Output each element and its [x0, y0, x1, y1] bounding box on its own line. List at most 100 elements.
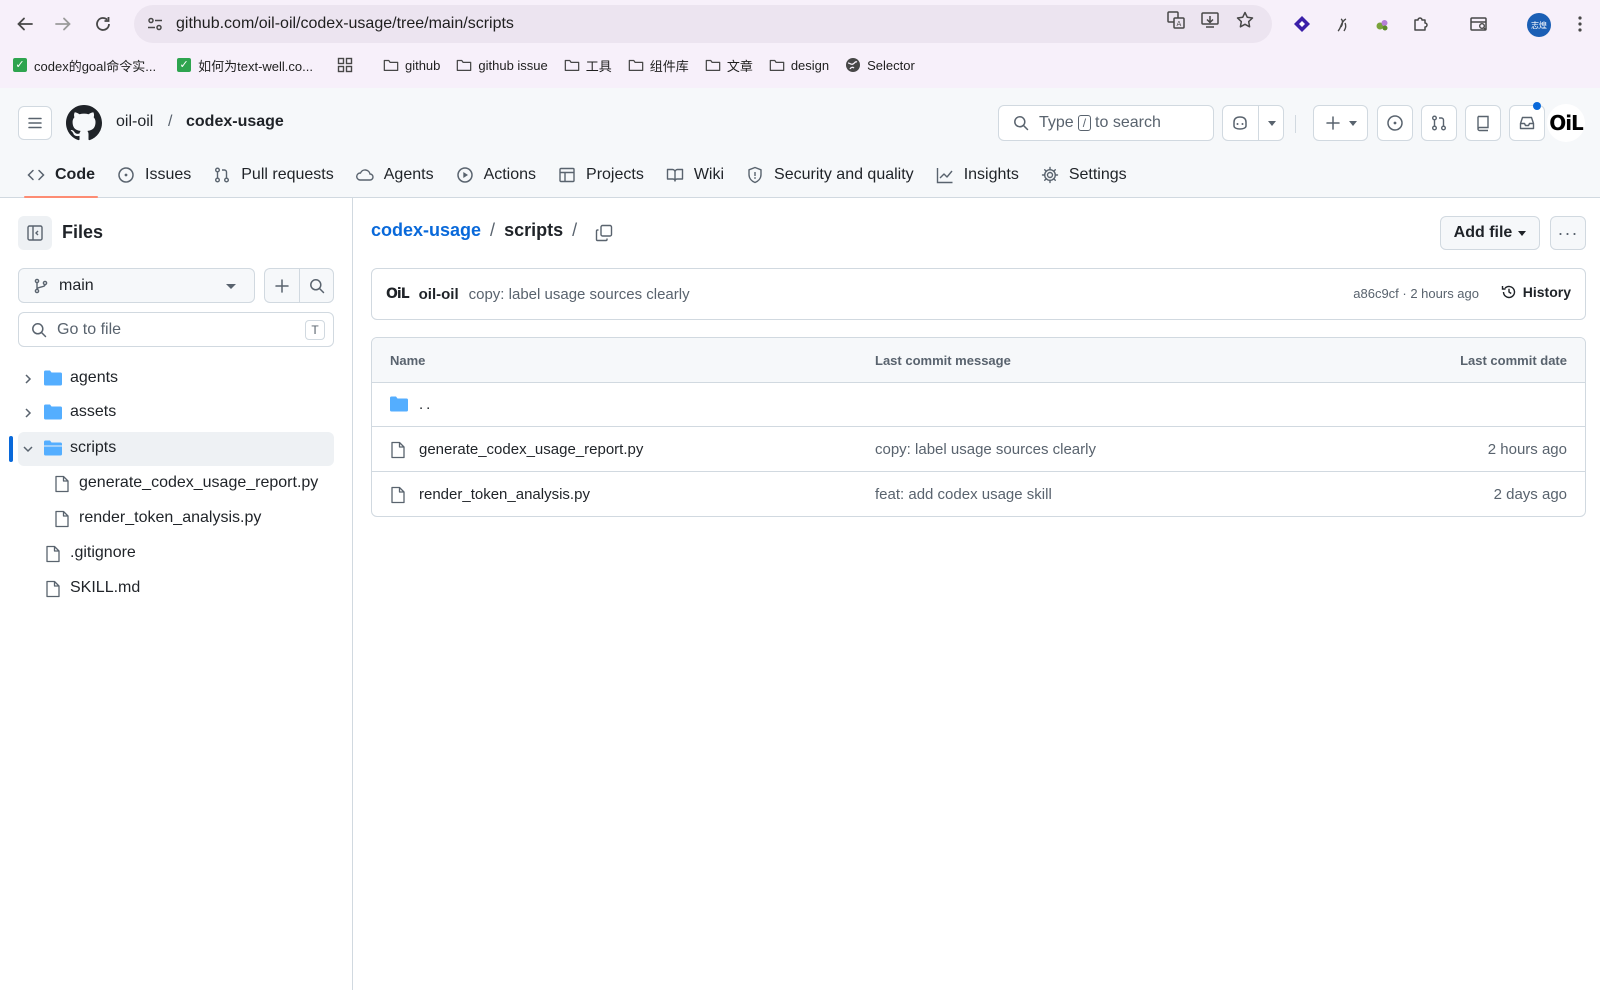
commit-author-avatar[interactable]: OiL — [386, 286, 410, 302]
extensions-puzzle-icon[interactable] — [1409, 12, 1433, 36]
tab-wiki[interactable]: Wiki — [655, 152, 735, 198]
folder-icon — [769, 57, 785, 73]
breadcrumb-repo-link[interactable]: codex-usage — [371, 220, 481, 241]
history-icon — [1501, 285, 1515, 299]
breadcrumb-separator: / — [168, 113, 173, 130]
global-search-input[interactable]: Type / to search — [998, 105, 1214, 141]
go-to-file-input[interactable]: Go to file T — [18, 312, 334, 347]
bookmark-item[interactable]: ✓ 如何为text-well.co... — [168, 51, 321, 79]
tab-issues[interactable]: Issues — [106, 152, 202, 198]
history-button[interactable]: History — [1501, 284, 1571, 300]
apps-button[interactable] — [329, 51, 367, 79]
owner-link[interactable]: oil-oil — [116, 113, 153, 131]
search-files-button[interactable] — [299, 268, 334, 303]
extension-diamond-icon[interactable] — [1290, 12, 1314, 36]
history-label: History — [1522, 284, 1571, 300]
site-settings-icon[interactable] — [144, 13, 166, 35]
extension-grape-icon[interactable] — [1370, 12, 1394, 36]
repo-link[interactable]: codex-usage — [186, 113, 284, 131]
pull-request-icon — [1432, 115, 1446, 131]
column-header-message: Last commit message — [875, 353, 1011, 368]
commit-author[interactable]: oil-oil — [419, 286, 459, 303]
pull-requests-button[interactable] — [1421, 105, 1457, 141]
chevron-right-icon — [20, 405, 36, 421]
tree-file[interactable]: generate_codex_usage_report.py — [18, 467, 334, 501]
copy-path-button[interactable] — [594, 223, 616, 245]
search-prefix: Type — [1039, 114, 1074, 131]
file-icon — [54, 510, 70, 528]
commit-message[interactable]: copy: label usage sources clearly — [469, 286, 690, 303]
github-logo-icon[interactable] — [66, 105, 102, 141]
copilot-button[interactable] — [1222, 105, 1284, 141]
branch-selector[interactable]: main — [18, 268, 255, 303]
tab-label: Actions — [483, 166, 537, 183]
repositories-button[interactable] — [1465, 105, 1501, 141]
star-icon[interactable] — [1234, 9, 1256, 31]
table-row-parent-dir[interactable]: .. — [372, 383, 1585, 427]
global-menu-button[interactable] — [18, 106, 52, 140]
user-avatar[interactable]: OiL — [1547, 104, 1585, 142]
tab-actions[interactable]: Actions — [445, 152, 547, 198]
address-bar[interactable]: github.com/oil-oil/codex-usage/tree/main… — [134, 5, 1272, 43]
back-button[interactable] — [11, 10, 39, 38]
tab-label: Security and quality — [774, 166, 914, 183]
file-commit-message[interactable]: copy: label usage sources clearly — [875, 441, 1096, 458]
tree-file[interactable]: SKILL.md — [18, 572, 334, 606]
collapse-sidebar-button[interactable] — [18, 216, 52, 250]
tree-folder-assets[interactable]: assets — [18, 396, 334, 430]
graph-icon — [936, 166, 954, 184]
commit-meta[interactable]: a86c9cf · 2 hours ago — [1353, 286, 1479, 301]
url-text[interactable]: github.com/oil-oil/codex-usage/tree/main… — [176, 15, 514, 33]
bookmark-folder[interactable]: 工具 — [556, 51, 620, 79]
bookmark-item[interactable]: ✓ codex的goal命令实... — [4, 51, 164, 79]
install-app-icon[interactable] — [1199, 9, 1221, 31]
tab-settings[interactable]: Settings — [1030, 152, 1138, 198]
extension-script-icon[interactable] — [1330, 12, 1354, 36]
tab-code[interactable]: Code — [16, 152, 106, 198]
reload-button[interactable] — [89, 10, 117, 38]
file-commit-date: 2 days ago — [1493, 486, 1567, 503]
file-commit-message[interactable]: feat: add codex usage skill — [875, 486, 1052, 503]
table-row[interactable]: generate_codex_usage_report.py copy: lab… — [372, 428, 1585, 472]
add-file-button[interactable] — [264, 268, 299, 303]
file-icon — [45, 545, 61, 563]
selected-indicator — [9, 436, 13, 462]
pull-request-icon — [213, 166, 231, 184]
tab-insights[interactable]: Insights — [925, 152, 1030, 198]
issues-button[interactable] — [1377, 105, 1413, 141]
chevron-down-icon — [1348, 120, 1357, 126]
shield-icon — [746, 166, 764, 184]
tab-pull-requests[interactable]: Pull requests — [202, 152, 345, 198]
tab-security[interactable]: Security and quality — [735, 152, 925, 198]
browser-menu-icon[interactable] — [1568, 12, 1592, 36]
profile-avatar[interactable]: 志煌 — [1527, 13, 1551, 37]
file-table: Name Last commit message Last commit dat… — [371, 337, 1586, 517]
translate-icon[interactable]: A — [1165, 9, 1187, 31]
inbox-button[interactable] — [1509, 105, 1545, 141]
tab-projects[interactable]: Projects — [547, 152, 655, 198]
bookmark-label: 文章 — [726, 58, 753, 74]
file-name-link[interactable]: generate_codex_usage_report.py — [419, 441, 643, 458]
bookmark-folder[interactable]: design — [761, 51, 837, 79]
tree-file[interactable]: .gitignore — [18, 537, 334, 571]
tab-search-icon[interactable] — [1467, 12, 1491, 36]
forward-button[interactable] — [49, 10, 77, 38]
bookmark-folder[interactable]: 组件库 — [620, 51, 697, 79]
create-new-button[interactable] — [1313, 105, 1368, 141]
arrow-right-icon — [55, 17, 71, 31]
file-name-link[interactable]: render_token_analysis.py — [419, 486, 590, 503]
table-row[interactable]: render_token_analysis.py feat: add codex… — [372, 473, 1585, 516]
add-file-dropdown[interactable]: Add file — [1440, 216, 1540, 250]
bookmark-item[interactable]: Selector — [837, 51, 923, 79]
tree-folder-agents[interactable]: agents — [18, 362, 334, 396]
tree-file[interactable]: render_token_analysis.py — [18, 502, 334, 536]
tab-agents[interactable]: Agents — [345, 152, 445, 198]
parent-dir-link[interactable]: .. — [419, 396, 433, 413]
chevron-down-icon — [1518, 230, 1527, 236]
tree-folder-scripts[interactable]: scripts — [18, 432, 334, 466]
bookmark-folder[interactable]: 文章 — [697, 51, 761, 79]
branch-icon — [34, 278, 48, 293]
bookmark-folder[interactable]: github issue — [448, 51, 555, 79]
more-options-button[interactable]: ··· — [1550, 216, 1586, 250]
bookmark-folder[interactable]: github — [375, 51, 448, 79]
